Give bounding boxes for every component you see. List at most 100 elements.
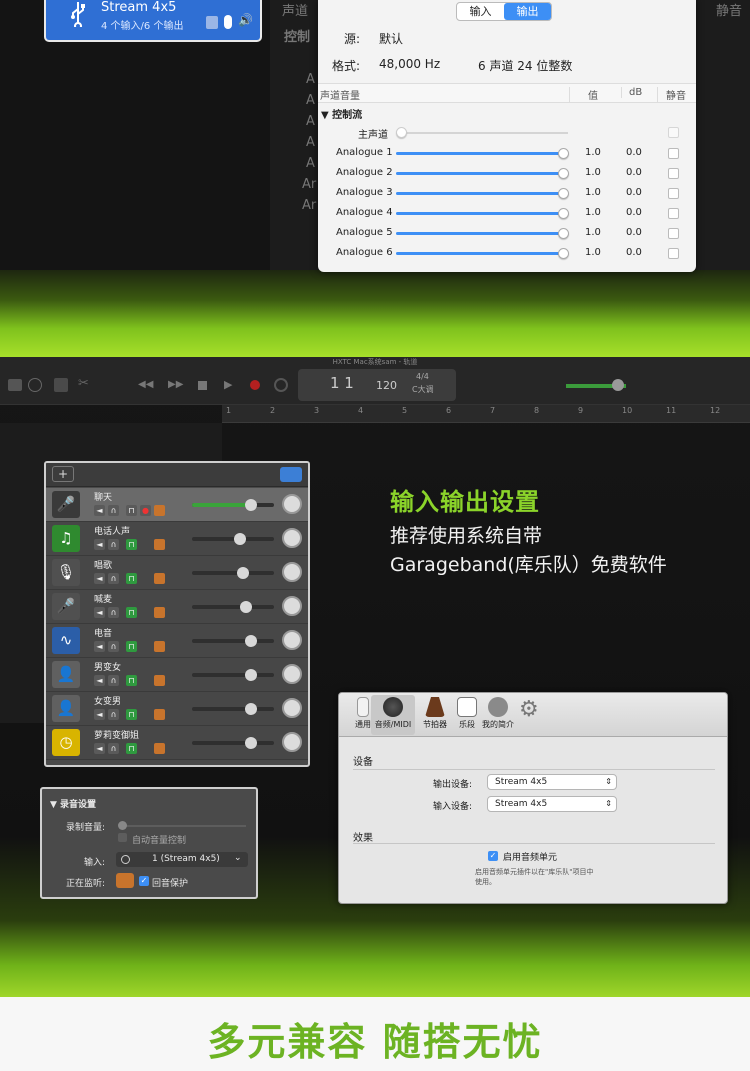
smart-controls-icon[interactable] xyxy=(54,378,68,392)
pan-knob[interactable] xyxy=(282,732,302,752)
pan-knob[interactable] xyxy=(282,528,302,548)
headphones-icon[interactable]: ∩ xyxy=(108,505,119,516)
monitor-icon[interactable] xyxy=(154,675,165,686)
headphones-icon[interactable]: ∩ xyxy=(108,675,119,686)
play-icon[interactable]: ▶ xyxy=(224,378,232,391)
track-volume-slider[interactable] xyxy=(192,635,274,647)
rewind-icon[interactable]: ◀◀ xyxy=(138,379,153,390)
channel-volume-slider[interactable] xyxy=(396,152,564,155)
track-volume-slider[interactable] xyxy=(192,669,274,681)
pan-knob[interactable] xyxy=(282,664,302,684)
monitor-icon[interactable] xyxy=(154,743,165,754)
channel-mute-checkbox[interactable] xyxy=(668,208,679,219)
monitor-icon[interactable] xyxy=(154,641,165,652)
output-device-select[interactable]: Stream 4x5 ⇕ xyxy=(487,774,617,790)
mute-icon[interactable]: ◄ xyxy=(94,573,105,584)
forward-icon[interactable]: ▶▶ xyxy=(168,379,183,390)
record-volume-knob[interactable] xyxy=(118,821,127,830)
headphones-icon[interactable]: ∩ xyxy=(108,573,119,584)
master-mute-checkbox[interactable] xyxy=(668,127,679,138)
lock-icon[interactable]: ⊓ xyxy=(126,675,137,686)
lock-icon[interactable]: ⊓ xyxy=(126,573,137,584)
mute-icon[interactable]: ◄ xyxy=(94,743,105,754)
format-value[interactable]: 48,000 Hz xyxy=(379,57,440,71)
headphones-icon[interactable]: ∩ xyxy=(108,539,119,550)
channel-slider-knob[interactable] xyxy=(558,208,569,219)
channel-mute-checkbox[interactable] xyxy=(668,228,679,239)
format-channels[interactable]: 6 声道 24 位整数 xyxy=(478,57,572,74)
headphones-icon[interactable]: ∩ xyxy=(108,709,119,720)
lock-icon[interactable]: ⊓ xyxy=(126,539,137,550)
group-control-stream[interactable]: ▼ 控制流 xyxy=(321,106,362,121)
channel-volume-slider[interactable] xyxy=(396,172,564,175)
lock-icon[interactable]: ⊓ xyxy=(126,641,137,652)
lock-icon[interactable]: ⊓ xyxy=(126,709,137,720)
master-slider-knob[interactable] xyxy=(396,127,407,138)
channel-mute-checkbox[interactable] xyxy=(668,168,679,179)
track-volume-knob[interactable] xyxy=(245,669,258,681)
lock-icon[interactable]: ⊓ xyxy=(126,505,137,516)
mute-icon[interactable]: ◄ xyxy=(94,539,105,550)
master-slider[interactable] xyxy=(396,132,568,134)
track-row[interactable]: ♫ 电话人声 ◄ ∩ ⊓ xyxy=(46,522,308,556)
stop-icon[interactable] xyxy=(198,381,207,390)
channel-mute-checkbox[interactable] xyxy=(668,248,679,259)
library-icon[interactable] xyxy=(8,379,22,391)
channel-mute-checkbox[interactable] xyxy=(668,188,679,199)
mute-icon[interactable]: ◄ xyxy=(94,709,105,720)
tab-input[interactable]: 输入 xyxy=(457,3,504,20)
track-volume-knob[interactable] xyxy=(245,703,258,715)
lock-icon[interactable]: ⊓ xyxy=(126,743,137,754)
monitor-icon[interactable] xyxy=(154,607,165,618)
channel-volume-slider[interactable] xyxy=(396,232,564,235)
cycle-icon[interactable] xyxy=(274,378,288,392)
auto-volume-checkbox[interactable] xyxy=(118,833,127,842)
track-volume-slider[interactable] xyxy=(192,499,274,511)
channel-slider-knob[interactable] xyxy=(558,248,569,259)
track-row[interactable]: 👤 男变女 ◄ ∩ ⊓ xyxy=(46,658,308,692)
channel-slider-knob[interactable] xyxy=(558,148,569,159)
add-track-button[interactable]: + xyxy=(52,466,74,482)
headphones-icon[interactable]: ∩ xyxy=(108,641,119,652)
mute-icon[interactable]: ◄ xyxy=(94,607,105,618)
channel-slider-knob[interactable] xyxy=(558,228,569,239)
tab-output[interactable]: 输出 xyxy=(504,3,551,20)
monitor-icon[interactable] xyxy=(154,573,165,584)
channel-slider-knob[interactable] xyxy=(558,188,569,199)
recording-settings-title[interactable]: ▼ 录音设置 xyxy=(50,797,96,810)
mute-icon[interactable]: ◄ xyxy=(94,641,105,652)
timeline-ruler[interactable]: 1 2 3 4 5 6 7 8 9 10 11 12 xyxy=(222,405,750,423)
track-volume-knob[interactable] xyxy=(236,567,249,579)
track-row[interactable]: 🎙 唱歌 ◄ ∩ ⊓ xyxy=(46,556,308,590)
track-volume-slider[interactable] xyxy=(192,737,274,749)
track-row[interactable]: 🎤 喊麦 ◄ ∩ ⊓ xyxy=(46,590,308,624)
pan-knob[interactable] xyxy=(282,630,302,650)
track-row[interactable]: ◷ 萝莉变御姐 ◄ ∩ ⊓ xyxy=(46,726,308,760)
stream-device-item[interactable]: Stream 4x5 4 个输入/6 个输出 🔊 xyxy=(44,0,262,42)
track-volume-knob[interactable] xyxy=(233,533,246,545)
record-volume-slider[interactable] xyxy=(120,825,246,827)
tab-audio-midi[interactable]: 音频/MIDI xyxy=(371,695,415,735)
monitor-icon[interactable] xyxy=(154,539,165,550)
track-volume-knob[interactable] xyxy=(245,499,258,511)
track-volume-slider[interactable] xyxy=(192,533,274,545)
pan-knob[interactable] xyxy=(282,562,302,582)
record-icon[interactable] xyxy=(250,380,260,390)
feedback-protection-checkbox[interactable]: ✓ xyxy=(139,876,149,886)
pan-knob[interactable] xyxy=(282,494,302,514)
monitor-icon[interactable] xyxy=(154,709,165,720)
pan-knob[interactable] xyxy=(282,698,302,718)
help-icon[interactable] xyxy=(28,378,42,392)
pan-knob[interactable] xyxy=(282,596,302,616)
input-device-select[interactable]: Stream 4x5 ⇕ xyxy=(487,796,617,812)
track-volume-knob[interactable] xyxy=(245,737,258,749)
lcd-display[interactable]: 1 1 120 4/4 C大调 xyxy=(298,369,456,401)
gear-icon[interactable]: ⚙ xyxy=(519,697,539,722)
track-volume-slider[interactable] xyxy=(192,567,274,579)
headphones-icon[interactable]: ∩ xyxy=(108,743,119,754)
scissors-icon[interactable]: ✂ xyxy=(78,376,89,391)
track-volume-knob[interactable] xyxy=(245,635,258,647)
enable-audio-units-checkbox[interactable]: ✓ xyxy=(488,851,498,861)
mute-icon[interactable]: ◄ xyxy=(94,675,105,686)
track-volume-knob[interactable] xyxy=(240,601,253,613)
